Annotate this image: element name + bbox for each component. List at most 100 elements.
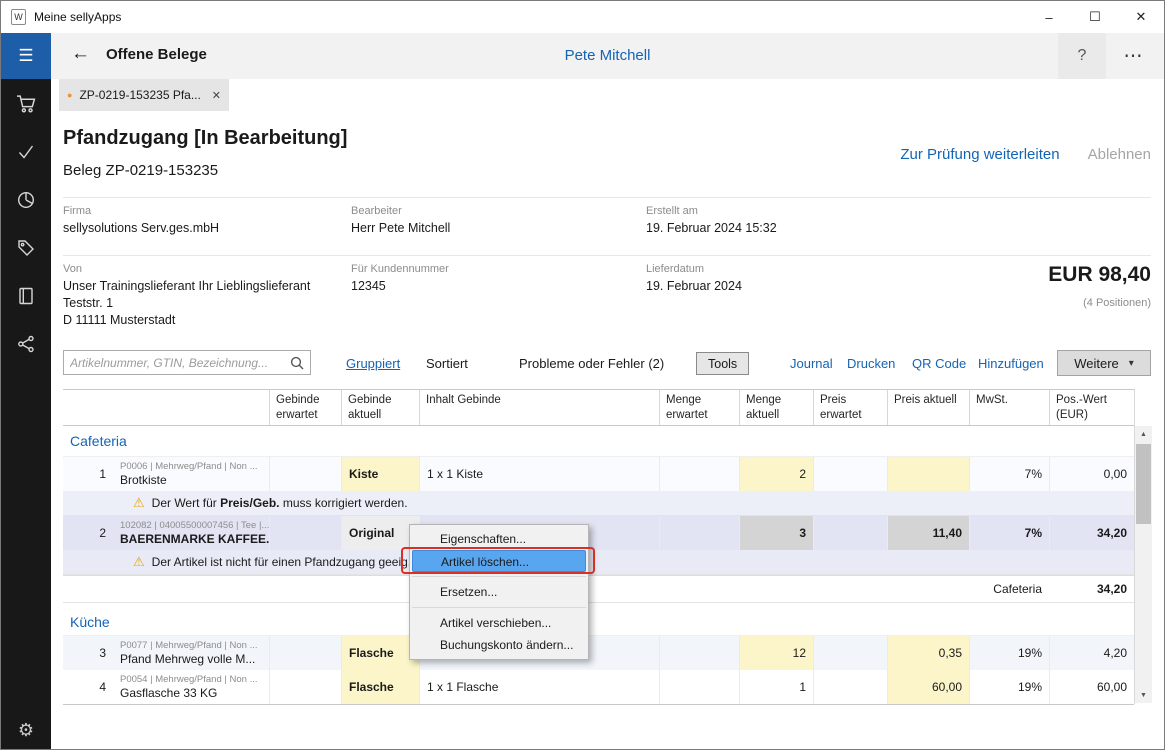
gebinde-aktuell-cell[interactable]: Flasche [341, 670, 419, 704]
divider [63, 197, 1151, 198]
menu-item-ersetzen[interactable]: Ersetzen... [410, 581, 588, 603]
gebinde-aktuell-cell[interactable]: Flasche [341, 636, 419, 670]
menge-erwartet-cell [659, 636, 739, 670]
pie-chart-icon[interactable] [1, 189, 51, 210]
header-menge-aktuell[interactable]: Menge aktuell [739, 390, 813, 425]
field-bearbeiter-label: Bearbeiter [351, 205, 402, 217]
forward-for-review-link[interactable]: Zur Prüfung weiterleiten [900, 146, 1059, 163]
warning-icon: ⚠ [133, 554, 145, 570]
more-options-button[interactable]: ⋯ [1110, 33, 1156, 79]
inhalt-gebinde-cell: 1 x 1 Kiste [419, 457, 659, 491]
gebinde-erwartet-cell [269, 516, 341, 550]
subtotal-value: 34,20 [1049, 576, 1134, 602]
pos-wert-cell: 0,00 [1049, 457, 1134, 491]
context-menu: Eigenschaften... Artikel löschen... Erse… [409, 524, 589, 660]
preis-aktuell-cell[interactable] [887, 457, 969, 491]
problems-filter[interactable]: Probleme oder Fehler (2) [519, 356, 664, 371]
notebook-icon[interactable] [1, 285, 51, 306]
add-link[interactable]: Hinzufügen [978, 356, 1044, 371]
table-header-row: Gebinde erwartet Gebinde aktuell Inhalt … [63, 390, 1134, 426]
header-inhalt-gebinde[interactable]: Inhalt Gebinde [419, 390, 659, 425]
document-title: Pfandzugang [In Bearbeitung] [63, 127, 347, 150]
preis-aktuell-cell[interactable]: 60,00 [887, 670, 969, 704]
preis-aktuell-cell[interactable]: 0,35 [887, 636, 969, 670]
qr-code-link[interactable]: QR Code [912, 356, 966, 371]
vertical-scrollbar[interactable]: ▲ ▼ [1135, 426, 1152, 703]
gebinde-erwartet-cell [269, 670, 341, 704]
header-gebinde-aktuell[interactable]: Gebinde aktuell [341, 390, 419, 425]
unsaved-dot-icon: ● [67, 90, 72, 100]
group-subtotal-row: Cafeteria 34,20 [63, 575, 1134, 603]
field-von-label: Von [63, 263, 82, 275]
page-header: ← Offene Belege Pete Mitchell ? ⋯ [51, 33, 1164, 79]
sorted-toggle[interactable]: Sortiert [426, 356, 468, 371]
menge-aktuell-cell: 3 [739, 516, 813, 550]
gebinde-aktuell-cell[interactable]: Kiste [341, 457, 419, 491]
maximize-button[interactable]: ☐ [1072, 1, 1118, 33]
settings-gear-icon[interactable]: ⚙ [1, 720, 51, 741]
menu-item-eigenschaften[interactable]: Eigenschaften... [410, 528, 588, 550]
total-amount: EUR 98,40 [1048, 263, 1151, 287]
minimize-button[interactable]: – [1026, 1, 1072, 33]
inhalt-gebinde-cell: 1 x 1 Flasche [419, 670, 659, 704]
check-icon[interactable] [1, 141, 51, 162]
tag-icon[interactable] [1, 237, 51, 258]
pos-wert-cell: 34,20 [1049, 516, 1134, 550]
share-icon[interactable] [1, 333, 51, 354]
field-kundennummer-label: Für Kundennummer [351, 263, 449, 275]
help-button[interactable]: ? [1058, 33, 1106, 79]
menge-aktuell-cell[interactable]: 1 [739, 670, 813, 704]
scrollbar-thumb[interactable] [1136, 444, 1151, 524]
cart-icon[interactable] [1, 93, 51, 114]
scroll-up-icon[interactable]: ▲ [1135, 426, 1152, 442]
menu-item-artikel-loeschen[interactable]: Artikel löschen... [412, 550, 586, 572]
preis-erwartet-cell [813, 670, 887, 704]
scroll-down-icon[interactable]: ▼ [1135, 687, 1152, 703]
field-von-line1: Unser Trainingslieferant Ihr Lieblingsli… [63, 279, 310, 293]
field-lieferdatum-label: Lieferdatum [646, 263, 704, 275]
header-gebinde-erwartet[interactable]: Gebinde erwartet [269, 390, 341, 425]
search-box [63, 350, 311, 375]
document-tab[interactable]: ● ZP-0219-153235 Pfa... ✕ [59, 79, 229, 111]
menu-item-artikel-verschieben[interactable]: Artikel verschieben... [410, 612, 588, 634]
table-row[interactable]: 4 P0054 | Mehrweg/Pfand | Non ... Gasfla… [63, 670, 1134, 704]
preis-aktuell-cell: 11,40 [887, 516, 969, 550]
header-preis-erwartet[interactable]: Preis erwartet [813, 390, 887, 425]
more-actions-dropdown[interactable]: Weitere ▾ [1057, 350, 1151, 376]
grouped-toggle[interactable]: Gruppiert [346, 356, 400, 371]
pos-wert-cell: 4,20 [1049, 636, 1134, 670]
table-row-selected[interactable]: 2 102082 | 04005500007456 | Tee |... BAE… [63, 516, 1134, 550]
menu-item-buchungskonto-aendern[interactable]: Buchungskonto ändern... [410, 634, 588, 656]
gebinde-erwartet-cell [269, 457, 341, 491]
header-pos-wert[interactable]: Pos.-Wert (EUR) [1049, 390, 1134, 425]
menu-separator [412, 607, 586, 608]
close-button[interactable]: ✕ [1118, 1, 1164, 33]
back-button[interactable]: ← [71, 43, 90, 65]
article-cell: P0077 | Mehrweg/Pfand | Non ... Pfand Me… [113, 636, 269, 670]
reject-link[interactable]: Ablehnen [1088, 146, 1151, 163]
warning-row: ⚠ Der Artikel ist nicht für einen Pfandz… [63, 550, 1134, 575]
table-row[interactable]: 1 P0006 | Mehrweg/Pfand | Non ... Brotki… [63, 457, 1134, 491]
article-cell: P0054 | Mehrweg/Pfand | Non ... Gasflasc… [113, 670, 269, 704]
menge-aktuell-cell[interactable]: 12 [739, 636, 813, 670]
group-name: Küche [70, 614, 110, 630]
menge-aktuell-cell[interactable]: 2 [739, 457, 813, 491]
journal-link[interactable]: Journal [790, 356, 833, 371]
search-input[interactable] [64, 352, 290, 373]
article-name: Gasflasche 33 KG [120, 686, 217, 700]
field-bearbeiter-value: Herr Pete Mitchell [351, 221, 450, 235]
search-icon[interactable] [290, 356, 304, 370]
article-name: BAERENMARKE KAFFEE... [120, 532, 269, 546]
warning-text: Der Wert für Preis/Geb. muss korrigiert … [152, 496, 408, 510]
header-mwst[interactable]: MwSt. [969, 390, 1049, 425]
print-link[interactable]: Drucken [847, 356, 895, 371]
warning-icon: ⚠ [133, 495, 145, 511]
warning-row: ⚠ Der Wert für Preis/Geb. muss korrigier… [63, 491, 1134, 516]
hamburger-menu-button[interactable]: ☰ [1, 33, 51, 79]
menu-separator [412, 576, 586, 577]
tools-button[interactable]: Tools [696, 352, 749, 375]
tab-close-icon[interactable]: ✕ [212, 89, 221, 102]
header-menge-erwartet[interactable]: Menge erwartet [659, 390, 739, 425]
table-row[interactable]: 3 P0077 | Mehrweg/Pfand | Non ... Pfand … [63, 636, 1134, 670]
header-preis-aktuell[interactable]: Preis aktuell [887, 390, 969, 425]
